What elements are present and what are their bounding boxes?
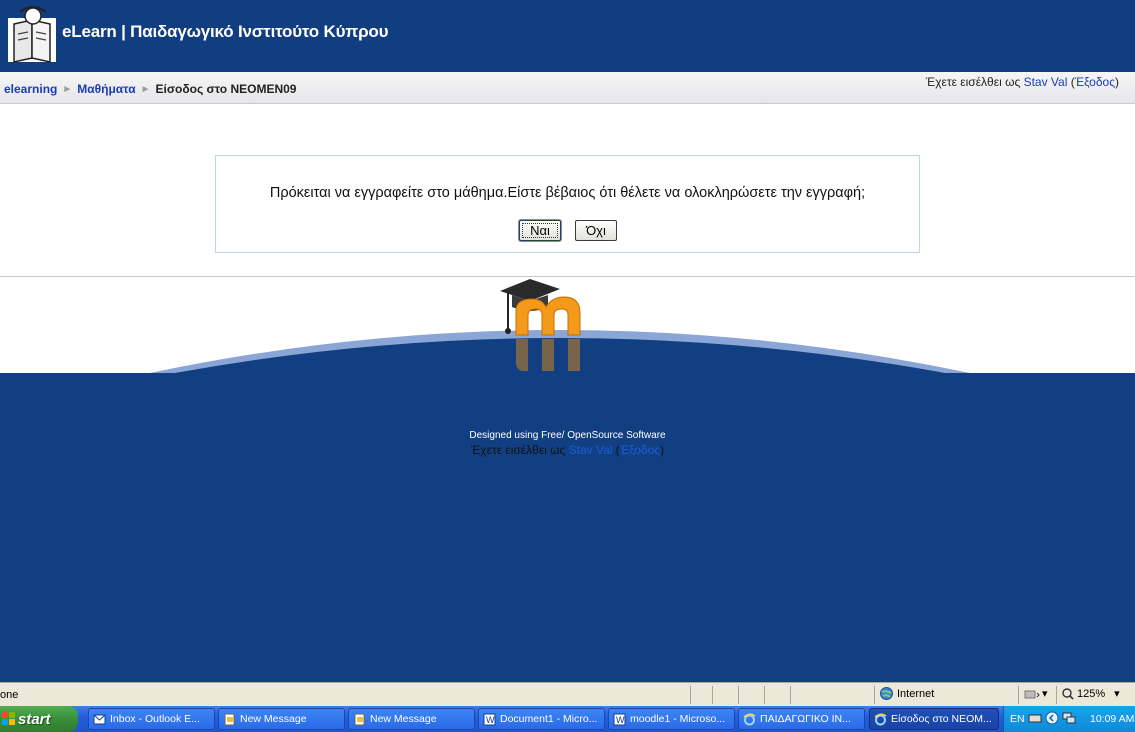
tray-icons [1028,711,1076,725]
site-header: eLearn | Παιδαγωγικό Ινστιτούτο Κύπρου [0,0,1135,72]
navigation-bar: elearning ► Μαθήματα ► Είσοδος στο NEOME… [0,72,1135,104]
status-separator [1056,686,1057,704]
browser-status-bar: one Internet ▾ 125% ▾ [0,682,1135,706]
taskbar-item-label: Document1 - Micro... [500,713,598,725]
network-icon[interactable] [1062,711,1076,725]
page-footer: Designed using Free/ OpenSource Software… [0,277,1135,682]
windows-taskbar: start Inbox - Outlook E... New Message N… [0,706,1135,732]
zoom-control[interactable]: 125% ▾ [1062,687,1120,700]
svg-text:W: W [616,715,625,725]
word-icon: W [613,713,626,725]
message-icon [224,713,235,725]
word-icon: W [483,713,496,725]
security-zone[interactable]: Internet [880,687,934,700]
outlook-icon [93,714,106,724]
taskbar-item-document1[interactable]: W Document1 - Micro... [478,708,605,730]
clock[interactable]: 10:09 AM [1090,713,1134,725]
taskbar-item-label: moodle1 - Microso... [630,713,726,725]
breadcrumb: elearning ► Μαθήματα ► Είσοδος στο NEOME… [4,82,296,96]
start-label: start [18,710,51,728]
protected-mode-button[interactable]: ▾ [1024,687,1048,700]
windows-flag-icon [2,712,15,725]
confirm-message: Πρόκειται να εγγραφείτε στο μάθημα.Είστε… [269,185,866,201]
status-separator [738,686,739,704]
taskbar-item-new-message-1[interactable]: New Message [218,708,345,730]
status-separator [790,686,791,704]
zoom-label: 125% [1077,687,1106,700]
taskbar-item-new-message-2[interactable]: New Message [348,708,475,730]
taskbar-item-label: Inbox - Outlook E... [110,713,200,725]
language-indicator[interactable]: EN [1010,713,1025,725]
svg-text:W: W [486,715,495,725]
show-hidden-icons-chevron-icon[interactable] [1045,711,1059,725]
logout-link[interactable]: Έξοδος [1075,75,1115,89]
zoom-icon [1062,687,1074,700]
chevron-down-icon: ▾ [1114,688,1120,700]
enrol-confirm-box: Πρόκειται να εγγραφείτε στο μάθημα.Είστε… [215,155,920,253]
zone-label: Internet [897,687,935,700]
designed-using-text: Designed using Free/ OpenSource Software [469,430,666,441]
start-button[interactable]: start [0,706,78,732]
footer-user-link[interactable]: Stav Val [569,443,613,457]
status-separator [690,686,691,704]
breadcrumb-separator-icon: ► [140,83,151,95]
status-separator [712,686,713,704]
no-button[interactable]: Όχι [575,220,617,241]
login-info: Έχετε εισέλθει ως Stav Val (Έξοδος) [925,75,1119,89]
taskbar-item-label: ΠΑΙΔΑΓΩΓΙΚΟ ΙΝ... [760,713,851,725]
moodle-logo-icon[interactable] [498,277,584,375]
login-prefix: Έχετε εισέλθει ως [925,75,1024,89]
status-separator [1018,686,1019,704]
footer-login-prefix: Έχετε εισέλθει ως [470,443,569,457]
globe-icon [880,687,893,700]
keyboard-icon[interactable] [1028,711,1042,725]
status-separator [764,686,765,704]
user-profile-link[interactable]: Stav Val [1024,75,1068,89]
status-text: one [0,689,19,701]
message-icon [354,713,365,725]
taskbar-item-label: New Message [370,713,437,725]
ie-icon [874,713,887,725]
status-separator [874,686,875,704]
system-tray: EN 10:09 AM [1003,706,1135,732]
site-title[interactable]: eLearn | Παιδαγωγικό Ινστιτούτο Κύπρου [62,22,388,42]
taskbar-item-moodle1[interactable]: W moodle1 - Microso... [608,708,735,730]
taskbar-item-outlook[interactable]: Inbox - Outlook E... [88,708,215,730]
ie-icon [743,713,756,725]
breadcrumb-courses-link[interactable]: Μαθήματα [77,82,135,96]
chevron-down-icon: ▾ [1042,688,1048,700]
breadcrumb-separator-icon: ► [62,83,73,95]
protected-mode-icon [1024,690,1040,699]
breadcrumb-elearning-link[interactable]: elearning [4,82,57,96]
taskbar-item-eisodos[interactable]: Είσοδος στο NEOM... [869,708,999,730]
footer-logout-link[interactable]: Έξοδος [620,443,660,457]
footer-login-info: Έχετε εισέλθει ως Stav Val (Έξοδος) [470,443,665,457]
yes-button[interactable]: Ναι [519,220,561,241]
breadcrumb-current: Είσοδος στο NEOMEN09 [155,82,297,96]
taskbar-item-label: Είσοδος στο NEOM... [891,713,992,725]
taskbar-item-label: New Message [240,713,307,725]
institute-logo-icon[interactable] [6,4,60,66]
taskbar-item-paidagogiko[interactable]: ΠΑΙΔΑΓΩΓΙΚΟ ΙΝ... [738,708,865,730]
